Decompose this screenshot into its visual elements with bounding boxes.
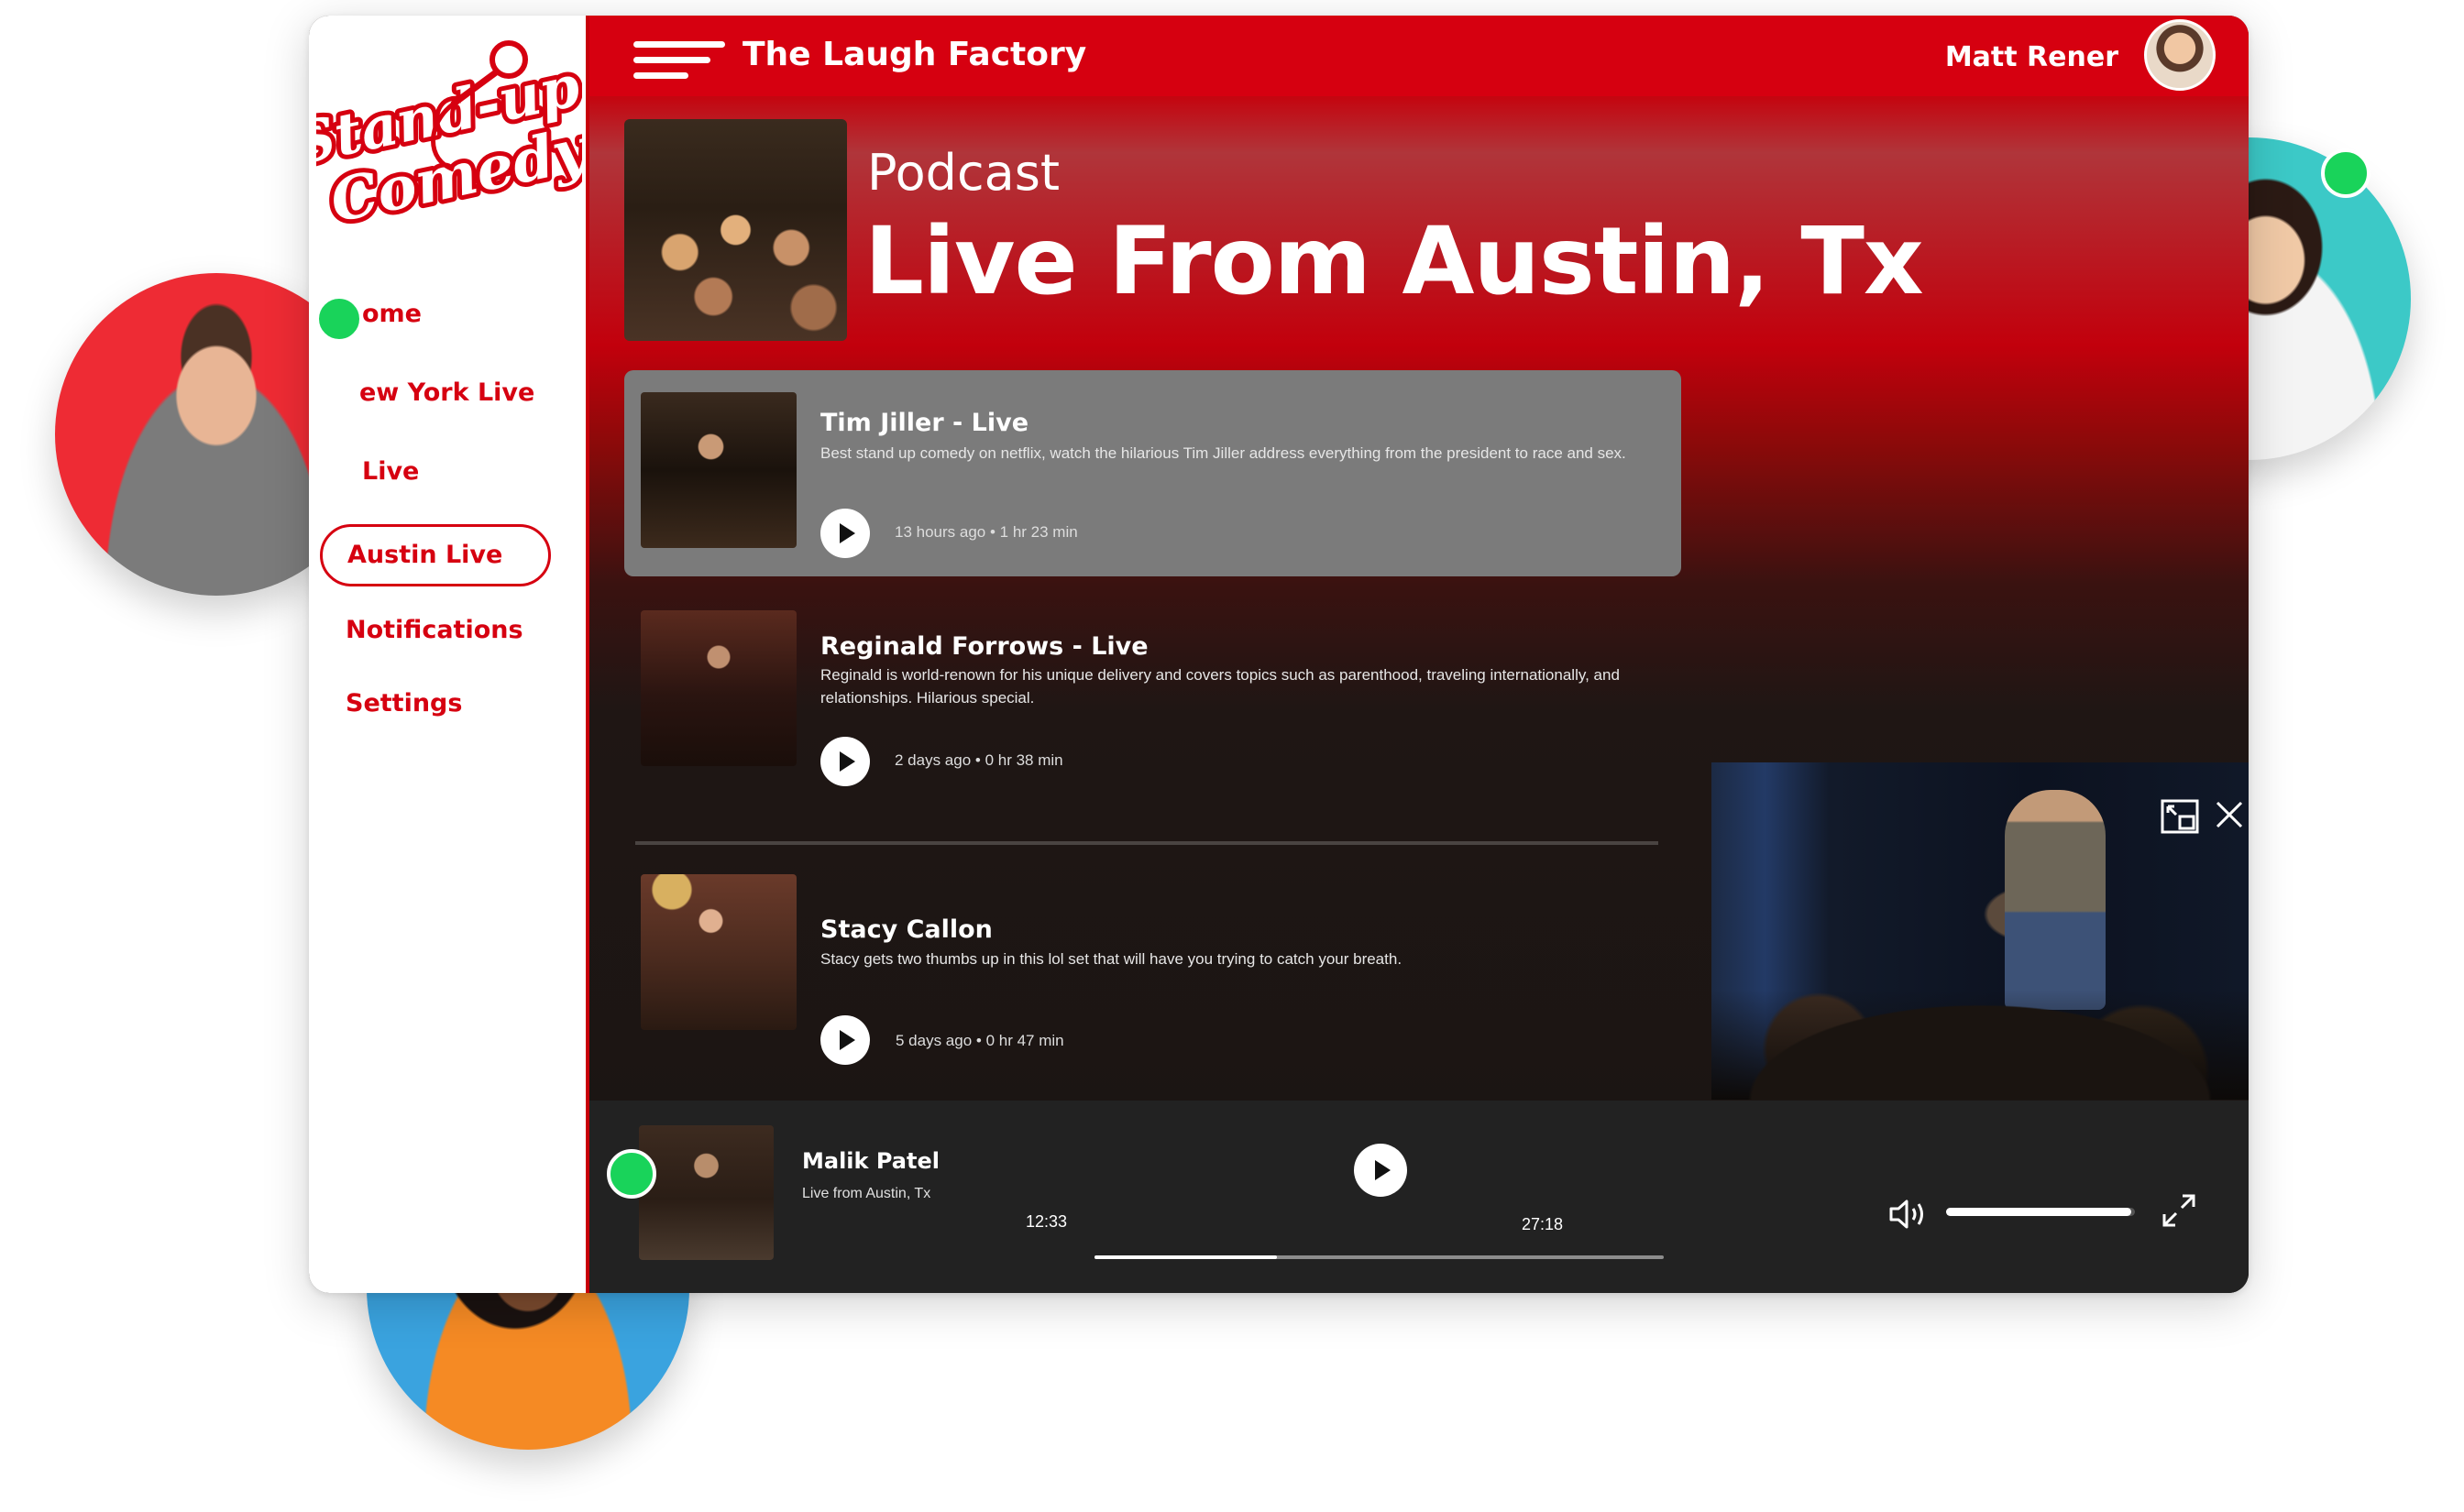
- stand-up-comedy-logo: Stand-up Stand-up Comedy Comedy: [316, 40, 582, 241]
- player-play-button[interactable]: [1354, 1144, 1407, 1197]
- online-status-dot: [607, 1149, 656, 1199]
- episode-thumbnail[interactable]: [641, 610, 797, 766]
- online-status-dot: [315, 295, 363, 343]
- episode-thumbnail[interactable]: [641, 392, 797, 548]
- mini-video-player[interactable]: [1711, 762, 2249, 1100]
- sidebar-item-home[interactable]: ome: [362, 300, 422, 328]
- play-button[interactable]: [820, 737, 870, 786]
- sidebar-item-settings[interactable]: Settings: [346, 689, 462, 718]
- progress-bar[interactable]: [1094, 1255, 1664, 1259]
- expand-icon[interactable]: [2161, 1192, 2197, 1229]
- episode-title[interactable]: Reginald Forrows - Live: [820, 632, 1149, 661]
- page-kicker: Podcast: [867, 144, 1061, 202]
- page-title: Live From Austin, Tx: [864, 207, 1924, 316]
- episode-meta: 2 days ago • 0 hr 38 min: [895, 751, 1063, 769]
- user-avatar[interactable]: [2144, 19, 2216, 91]
- volume-slider[interactable]: [1946, 1208, 2135, 1216]
- episode-card[interactable]: Stacy Callon Stacy gets two thumbs up in…: [624, 863, 1681, 1069]
- online-status-dot: [2321, 148, 2370, 198]
- audio-player-bar: Malik Patel Live from Austin, Tx 12:33 2…: [589, 1101, 2249, 1293]
- episode-card[interactable]: Reginald Forrows - Live Reginald is worl…: [624, 599, 1681, 805]
- volume-fill: [1946, 1208, 2131, 1216]
- now-playing-subtitle: Live from Austin, Tx: [802, 1186, 931, 1201]
- episode-description: Best stand up comedy on netflix, watch t…: [820, 444, 1626, 462]
- episode-meta: 13 hours ago • 1 hr 23 min: [895, 523, 1078, 541]
- close-icon[interactable]: [2214, 799, 2245, 830]
- user-name[interactable]: Matt Rener: [1945, 41, 2118, 73]
- episode-title[interactable]: Stacy Callon: [820, 915, 993, 944]
- divider: [635, 841, 1658, 845]
- progress-fill: [1094, 1255, 1277, 1259]
- episode-thumbnail[interactable]: [641, 874, 797, 1030]
- now-playing-title: Malik Patel: [802, 1148, 940, 1174]
- app-title: The Laugh Factory: [742, 36, 1087, 73]
- top-bar: The Laugh Factory Matt Rener: [589, 16, 2249, 96]
- total-time: 27:18: [1522, 1215, 1564, 1233]
- app-window: Stand-up Stand-up Comedy Comedy ome ew Y…: [309, 16, 2249, 1293]
- play-button[interactable]: [820, 509, 870, 558]
- sidebar: Stand-up Stand-up Comedy Comedy ome ew Y…: [309, 16, 589, 1293]
- now-playing-thumbnail[interactable]: [639, 1125, 774, 1260]
- sidebar-item-new-york-live[interactable]: ew York Live: [359, 378, 534, 407]
- sidebar-item-austin-live[interactable]: Austin Live: [320, 524, 551, 586]
- elapsed-time: 12:33: [1026, 1212, 1068, 1231]
- picture-in-picture-icon[interactable]: [2161, 799, 2199, 834]
- sidebar-item-live[interactable]: Live: [362, 457, 419, 486]
- video-frame-comedian: [2005, 790, 2106, 1010]
- menu-icon[interactable]: [633, 41, 725, 82]
- episode-card[interactable]: Tim Jiller - Live Best stand up comedy o…: [624, 370, 1681, 576]
- volume-icon[interactable]: [1888, 1198, 1929, 1231]
- episode-meta: 5 days ago • 0 hr 47 min: [896, 1032, 1064, 1049]
- video-frame-audience: [1711, 990, 2249, 1100]
- sidebar-item-notifications[interactable]: Notifications: [346, 616, 523, 644]
- episode-title[interactable]: Tim Jiller - Live: [820, 409, 1028, 437]
- podcast-cover-image: [624, 119, 847, 341]
- episode-description: Stacy gets two thumbs up in this lol set…: [820, 950, 1402, 968]
- play-button[interactable]: [820, 1015, 870, 1065]
- episode-description: Reginald is world-renown for his unique …: [820, 666, 1620, 707]
